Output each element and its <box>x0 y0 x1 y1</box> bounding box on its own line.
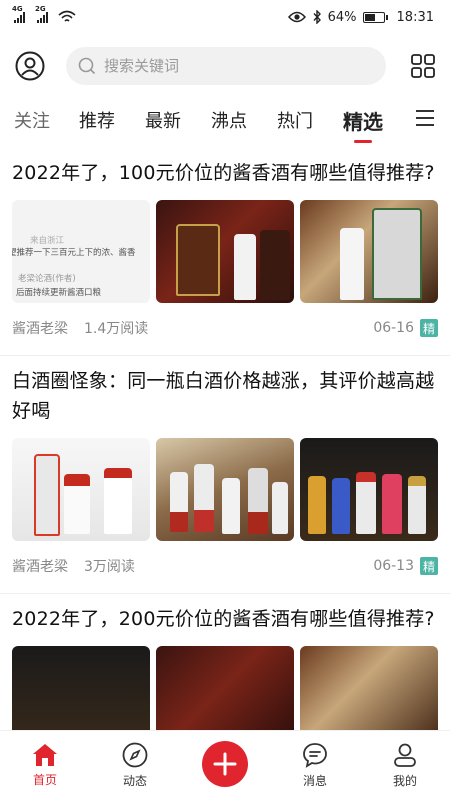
article-title[interactable]: 2022年了，200元价位的酱香酒有哪些值得推荐? <box>12 604 438 634</box>
article-title[interactable]: 2022年了，100元价位的酱香酒有哪些值得推荐? <box>12 158 438 188</box>
nav-publish[interactable] <box>190 740 260 787</box>
plus-icon <box>213 752 237 775</box>
article-card[interactable]: 2022年了，100元价位的酱香酒有哪些值得推荐? 来自浙江 望推荐一下三百元上… <box>0 148 450 356</box>
compass-icon <box>122 742 148 768</box>
nav-messages-label: 消息 <box>302 774 327 788</box>
profile-button[interactable] <box>14 50 46 82</box>
thumbnail[interactable] <box>300 646 438 730</box>
thumb-question: 望推荐一下三百元上下的浓、酱香 <box>12 248 136 258</box>
nav-feed-label: 动态 <box>122 774 147 788</box>
featured-badge: 精 <box>420 319 438 337</box>
person-icon <box>394 743 416 767</box>
article-reads: 3万阅读 <box>84 559 135 575</box>
eye-icon <box>287 11 306 23</box>
article-meta: 酱酒老梁 3万阅读 06-13 精 <box>12 555 438 577</box>
search-icon <box>78 57 96 75</box>
article-date: 06-16 <box>373 320 414 336</box>
article-title[interactable]: 白酒圈怪象：同一瓶白酒价格越涨，其评价越高越好喝 <box>12 366 438 426</box>
tab-recommend[interactable]: 推荐 <box>79 107 115 133</box>
search-bar[interactable] <box>66 47 386 85</box>
article-reads: 1.4万阅读 <box>84 321 149 337</box>
signal-indicators: 4G 2G <box>12 5 76 24</box>
thumbnail-luzhou-laojiao[interactable] <box>300 438 438 541</box>
header <box>0 44 450 88</box>
signal-icon: 4G <box>12 5 25 23</box>
nav-feed[interactable]: 动态 <box>100 742 170 789</box>
user-avatar-icon <box>15 51 45 81</box>
article-card[interactable]: 白酒圈怪象：同一瓶白酒价格越涨，其评价越高越好喝 酱酒老梁 3万阅读 06-13… <box>0 356 450 594</box>
menu-icon[interactable] <box>416 110 434 126</box>
thumbnail-baijiu-box[interactable] <box>156 200 294 303</box>
search-input[interactable] <box>104 57 344 75</box>
message-icon <box>303 743 327 768</box>
battery-percent: 64% <box>327 9 357 25</box>
nav-mine[interactable]: 我的 <box>370 742 440 789</box>
clock: 18:31 <box>396 9 434 25</box>
article-feed: 2022年了，100元价位的酱香酒有哪些值得推荐? 来自浙江 望推荐一下三百元上… <box>0 148 450 730</box>
nav-messages[interactable]: 消息 <box>280 742 350 789</box>
article-thumbnails: 来自浙江 望推荐一下三百元上下的浓、酱香 老梁论酒(作者) 后面持续更新酱酒口粮 <box>12 200 438 303</box>
tab-latest[interactable]: 最新 <box>145 107 181 133</box>
article-thumbnails <box>12 438 438 541</box>
bottom-nav: 首页 动态 消息 我的 <box>0 730 450 800</box>
thumbnail-banquet-table[interactable] <box>156 438 294 541</box>
tab-hot[interactable]: 热门 <box>277 107 313 133</box>
nav-mine-label: 我的 <box>392 774 417 788</box>
thumb-answerer: 老梁论酒(作者) <box>18 274 76 284</box>
publish-button[interactable] <box>202 740 248 787</box>
tab-featured[interactable]: 精选 <box>343 106 383 135</box>
status-bar: 4G 2G 64% 18:31 <box>0 0 450 34</box>
home-icon <box>33 744 57 766</box>
grid-icon <box>411 54 435 78</box>
thumbnail-liquor-package[interactable] <box>300 200 438 303</box>
article-author[interactable]: 酱酒老梁 <box>12 556 68 576</box>
category-grid-button[interactable] <box>408 51 438 81</box>
nav-home[interactable]: 首页 <box>10 743 80 788</box>
article-author[interactable]: 酱酒老梁 <box>12 318 68 338</box>
featured-badge: 精 <box>420 557 438 575</box>
thumbnail[interactable] <box>12 646 150 730</box>
wifi-icon <box>58 10 76 22</box>
article-date: 06-13 <box>373 558 414 574</box>
tab-follow[interactable]: 关注 <box>14 107 50 133</box>
nav-home-label: 首页 <box>32 773 57 787</box>
thumb-reply: 后面持续更新酱酒口粮 <box>16 288 102 298</box>
signal-icon-2: 2G <box>35 5 48 23</box>
tab-trending[interactable]: 沸点 <box>211 107 247 133</box>
article-thumbnails <box>12 646 438 730</box>
article-card[interactable]: 2022年了，200元价位的酱香酒有哪些值得推荐? <box>0 594 450 730</box>
article-meta: 酱酒老梁 1.4万阅读 06-16 精 <box>12 317 438 339</box>
battery-icon <box>362 11 388 23</box>
thumbnail[interactable] <box>156 646 294 730</box>
channel-tabs: 关注 推荐 最新 沸点 热门 精选 <box>0 100 450 140</box>
thumbnail-qa-screenshot[interactable]: 来自浙江 望推荐一下三百元上下的浓、酱香 老梁论酒(作者) 后面持续更新酱酒口粮 <box>12 200 150 303</box>
thumb-source: 来自浙江 <box>30 236 65 246</box>
bluetooth-icon <box>313 10 321 24</box>
thumbnail-moutai-bottles[interactable] <box>12 438 150 541</box>
